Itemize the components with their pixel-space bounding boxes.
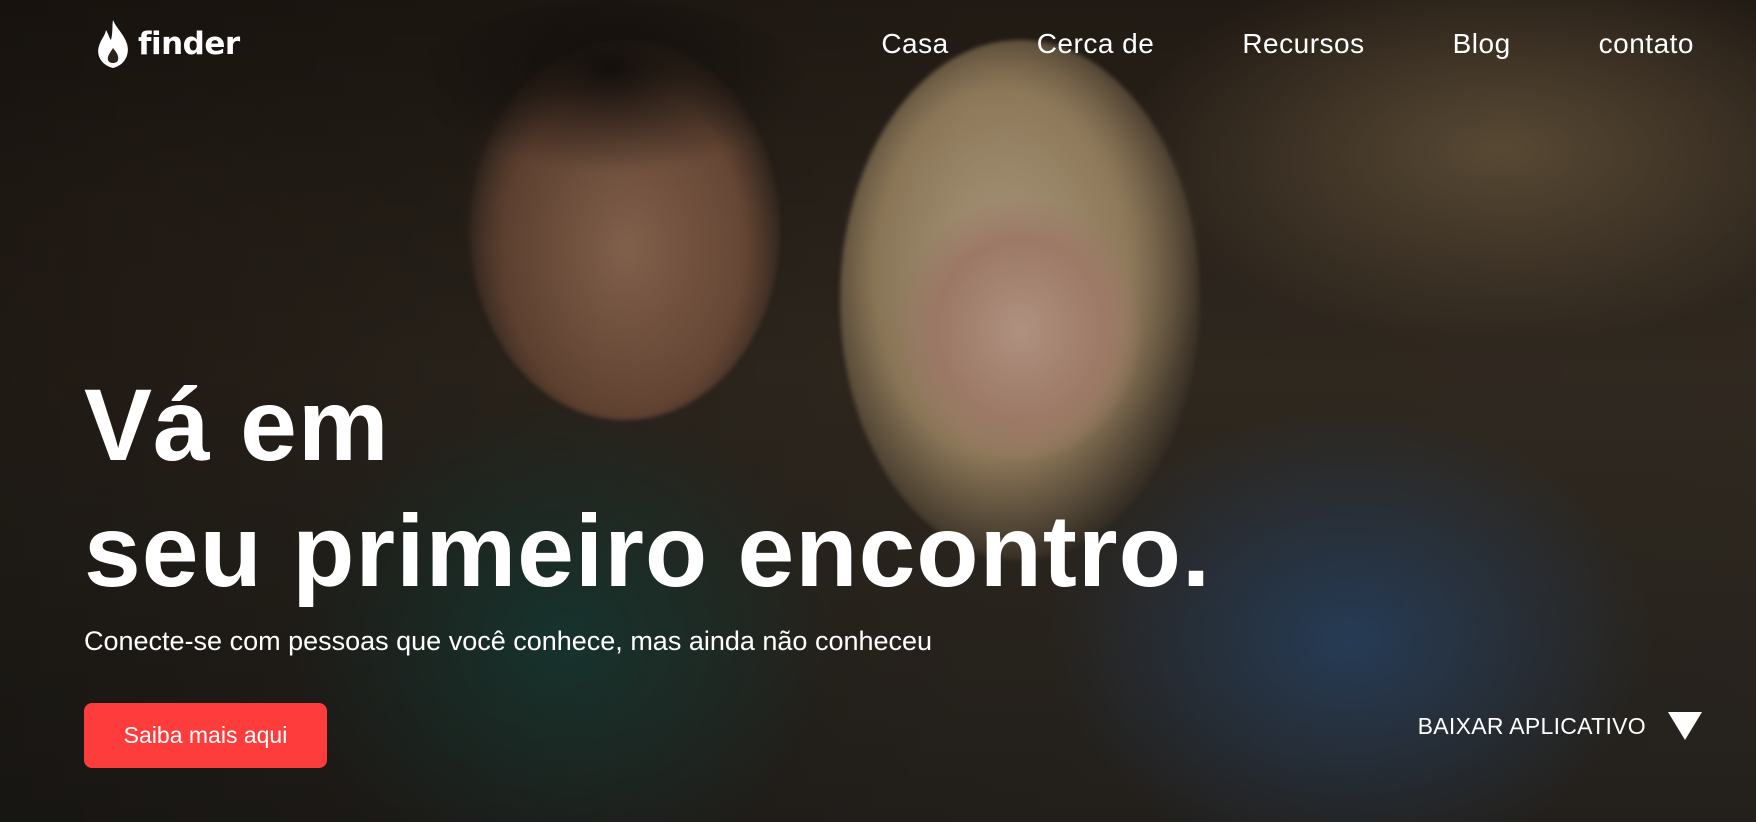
download-app-label: BAIXAR APLICATIVO: [1417, 712, 1646, 739]
download-app-link[interactable]: BAIXAR APLICATIVO: [1418, 712, 1702, 740]
nav-link-contato[interactable]: contato: [1599, 28, 1694, 60]
flame-icon: [98, 20, 128, 68]
hero-headline-line2: seu primeiro encontro.: [84, 494, 1212, 608]
hero-subtitle: Conecte-se com pessoas que você conhece,…: [84, 626, 933, 656]
top-navbar: finder Casa Cerca de Recursos Blog conta…: [0, 0, 1756, 90]
hero-headline: Vá em seu primeiro encontro.: [84, 362, 1211, 614]
nav-link-blog[interactable]: Blog: [1453, 28, 1511, 60]
learn-more-button[interactable]: Saiba mais aqui: [84, 703, 327, 768]
triangle-down-icon: [1668, 712, 1702, 740]
nav-link-cerca-de[interactable]: Cerca de: [1037, 28, 1155, 60]
nav-link-recursos[interactable]: Recursos: [1242, 28, 1364, 60]
nav-menu: Casa Cerca de Recursos Blog contato: [881, 28, 1694, 60]
brand-name: finder: [138, 26, 240, 62]
hero-headline-line1: Vá em: [84, 368, 390, 482]
brand-logo[interactable]: finder: [94, 18, 240, 70]
hero-section: finder Casa Cerca de Recursos Blog conta…: [0, 0, 1756, 822]
nav-link-casa[interactable]: Casa: [881, 28, 948, 60]
